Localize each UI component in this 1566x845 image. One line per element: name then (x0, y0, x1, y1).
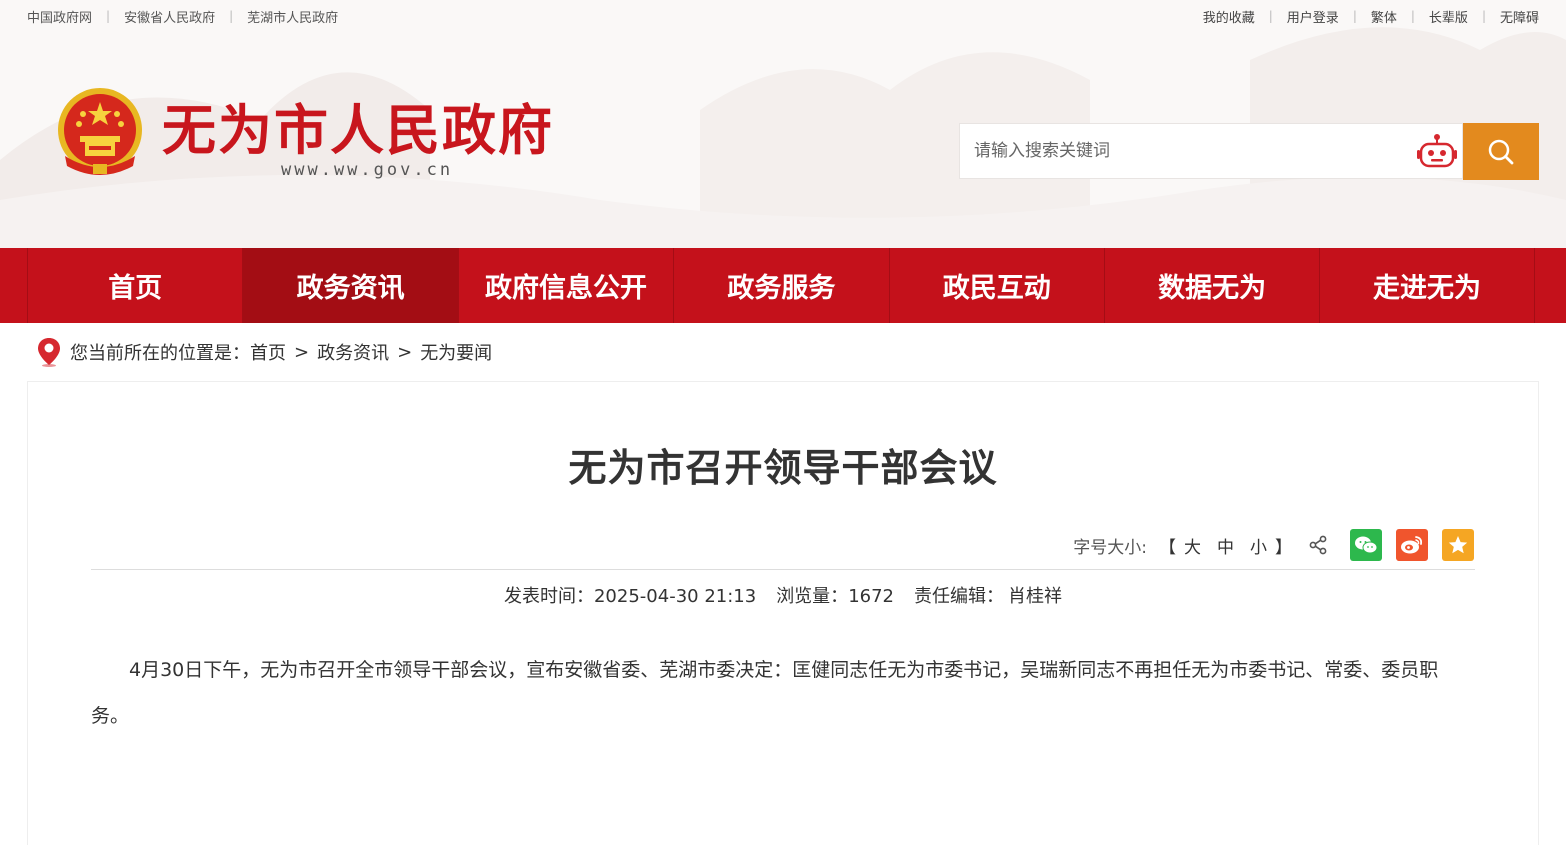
views-group: 浏览量：1672 (776, 582, 894, 608)
article-card: 无为市召开领导干部会议 字号大小: 【 大 中 小 】 发表时间：2025-04… (27, 381, 1539, 845)
breadcrumb-home[interactable]: 首页 (250, 339, 286, 365)
nav-item-data[interactable]: 数据无为 (1103, 248, 1319, 323)
font-size-large[interactable]: 大 (1184, 533, 1201, 558)
main-nav: 首页 政务资讯 政府信息公开 政务服务 政民互动 数据无为 走进无为 (0, 248, 1566, 323)
font-size-medium[interactable]: 中 (1217, 533, 1234, 558)
link-accessibility[interactable]: 无障碍 (1500, 7, 1539, 26)
top-links-right: 我的收藏 | 用户登录 | 繁体 | 长辈版 | 无障碍 (1203, 7, 1539, 26)
wechat-share-button[interactable] (1350, 529, 1382, 561)
article-tools: 字号大小: 【 大 中 小 】 (1073, 528, 1474, 562)
search-icon (1488, 139, 1514, 164)
editor-group: 责任编辑： 肖桂祥 (914, 582, 1062, 608)
link-wuhu-gov[interactable]: 芜湖市人民政府 (247, 7, 338, 26)
separator: | (229, 9, 234, 23)
breadcrumb: 您当前所在的位置是： 首页 > 政务资讯 > 无为要闻 (36, 336, 492, 368)
wechat-icon (1355, 536, 1378, 554)
link-user-login[interactable]: 用户登录 (1287, 7, 1339, 26)
search-button[interactable] (1463, 123, 1539, 180)
nav-item-interaction[interactable]: 政民互动 (888, 248, 1104, 323)
editor-name: 肖桂祥 (1008, 586, 1062, 607)
publish-time-group: 发表时间：2025-04-30 21:13 (504, 582, 756, 608)
views-count: 1672 (848, 586, 894, 607)
search-box (959, 123, 1463, 179)
separator: | (1268, 9, 1273, 23)
article-meta: 发表时间：2025-04-30 21:13 浏览量：1672 责任编辑： 肖桂祥 (28, 582, 1538, 608)
publish-label: 发表时间： (503, 586, 594, 607)
top-bar: 中国政府网 | 安徽省人民政府 | 芜湖市人民政府 我的收藏 | 用户登录 | … (27, 0, 1539, 32)
article-body: 4月30日下午，无为市召开全市领导干部会议，宣布安徽省委、芜湖市委决定：匡健同志… (91, 659, 1439, 727)
robot-assistant-icon[interactable] (1416, 131, 1458, 171)
link-anhui-gov[interactable]: 安徽省人民政府 (124, 7, 215, 26)
separator: | (106, 9, 111, 23)
top-links-left: 中国政府网 | 安徽省人民政府 | 芜湖市人民政府 (27, 7, 338, 26)
weibo-share-button[interactable] (1396, 529, 1428, 561)
site-url: www.ww.gov.cn (281, 160, 454, 180)
breadcrumb-gov-news[interactable]: 政务资讯 (317, 339, 389, 365)
separator: | (1481, 9, 1486, 23)
bracket-open: 【 (1159, 537, 1176, 558)
divider (91, 569, 1475, 570)
star-icon (1448, 536, 1468, 554)
breadcrumb-separator: > (294, 341, 310, 363)
search-input[interactable] (960, 124, 1416, 178)
site-title[interactable]: 无为市人民政府 (162, 86, 554, 165)
link-traditional-chinese[interactable]: 繁体 (1371, 7, 1397, 26)
link-gov-cn[interactable]: 中国政府网 (27, 7, 92, 26)
views-label: 浏览量： (776, 586, 849, 607)
breadcrumb-prefix: 您当前所在的位置是： (70, 343, 250, 364)
bracket-close: 】 (1275, 537, 1292, 558)
font-size-small[interactable]: 小 (1250, 533, 1267, 558)
nav-item-about[interactable]: 走进无为 (1319, 248, 1535, 323)
national-emblem-icon[interactable] (55, 86, 145, 181)
article-title: 无为市召开领导干部会议 (568, 446, 998, 490)
nav-item-gov-services[interactable]: 政务服务 (673, 248, 888, 323)
location-pin-icon (38, 338, 60, 367)
font-size-label: 字号大小: (1073, 537, 1147, 558)
nav-item-gov-news[interactable]: 政务资讯 (242, 248, 458, 323)
nav-item-info-disclosure[interactable]: 政府信息公开 (457, 248, 673, 323)
breadcrumb-separator: > (397, 341, 413, 363)
editor-label: 责任编辑： (914, 586, 1004, 607)
nav-item-home[interactable]: 首页 (27, 248, 242, 323)
separator: | (1352, 9, 1357, 23)
share-icon (1308, 535, 1328, 555)
link-elder-version[interactable]: 长辈版 (1429, 7, 1468, 26)
link-my-favorites[interactable]: 我的收藏 (1203, 7, 1255, 26)
publish-time: 2025-04-30 21:13 (593, 586, 757, 607)
separator: | (1410, 9, 1415, 23)
weibo-icon (1401, 536, 1423, 554)
favorite-button[interactable] (1442, 529, 1474, 561)
breadcrumb-wuwei-news[interactable]: 无为要闻 (420, 339, 492, 365)
